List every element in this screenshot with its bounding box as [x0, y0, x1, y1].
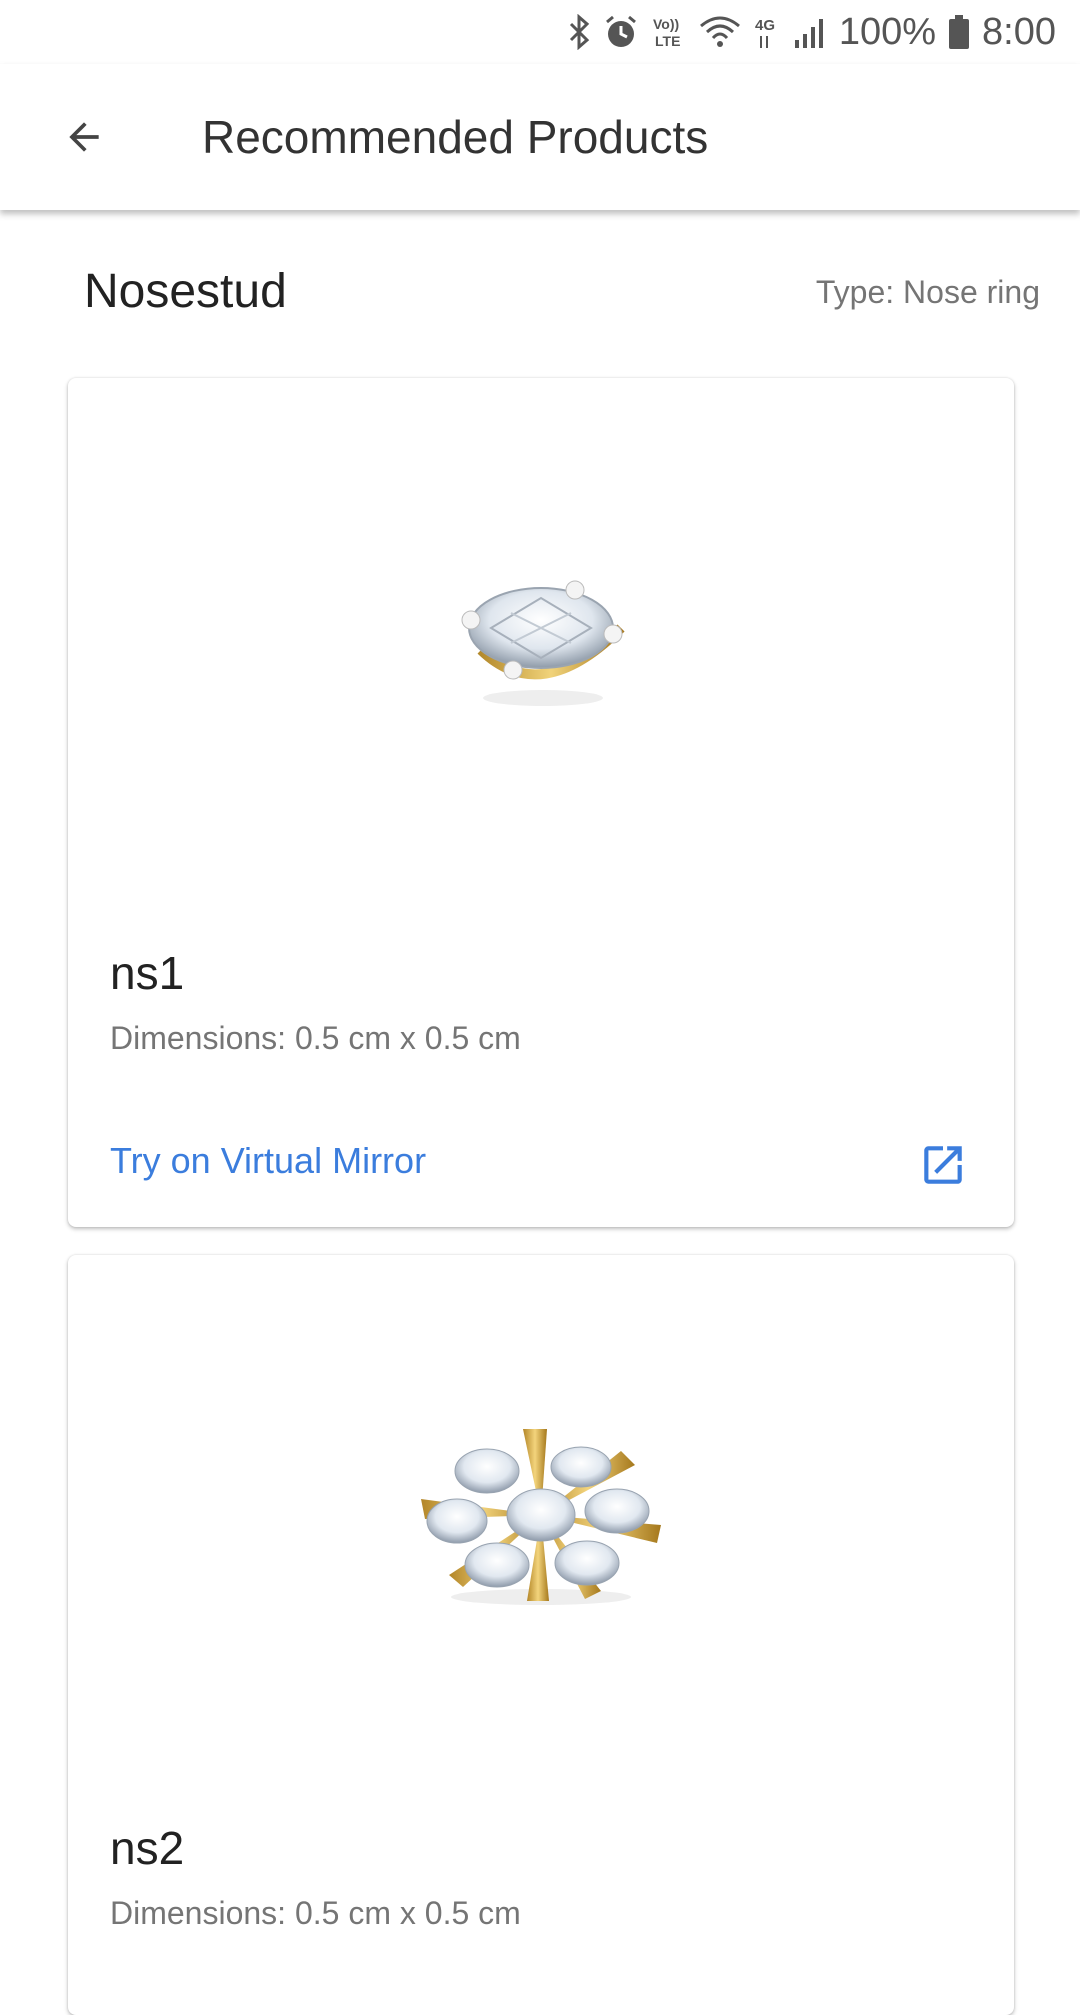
bluetooth-icon [567, 12, 591, 52]
wifi-icon [699, 12, 741, 52]
diamond-flower-stud-image [421, 1429, 661, 1605]
product-name: ns2 [110, 1822, 185, 1874]
battery-percent: 100% [838, 10, 937, 53]
product-name: ns1 [110, 947, 185, 999]
svg-text:LTE: LTE [655, 33, 680, 49]
category-title: Nosestud [84, 265, 287, 318]
volte-icon: Vo)) LTE [651, 12, 687, 52]
signal-icon [793, 12, 827, 52]
svg-text:Vo)): Vo)) [653, 16, 679, 32]
type-label: Type: Nose ring [815, 274, 1040, 310]
arrow-back-icon [69, 122, 99, 152]
back-button[interactable] [40, 93, 128, 181]
diamond-solitaire-stud-image [461, 580, 625, 706]
4g-icon: 4G [753, 12, 781, 52]
product-card[interactable]: ns2 Dimensions: 0.5 cm x 0.5 cm [68, 1255, 1014, 2015]
section-header: Nosestud Type: Nose ring [0, 250, 1080, 330]
clock: 8:00 [982, 10, 1056, 53]
product-dimensions: Dimensions: 0.5 cm x 0.5 cm [110, 1020, 521, 1056]
product-image [68, 378, 1014, 898]
alarm-icon [603, 12, 639, 52]
try-virtual-mirror-link[interactable]: Try on Virtual Mirror [110, 1140, 426, 1182]
open-in-new-icon[interactable] [918, 1140, 968, 1190]
status-bar: Vo)) LTE 4G 100% 8:00 [0, 0, 1080, 64]
product-dimensions: Dimensions: 0.5 cm x 0.5 cm [110, 1895, 521, 1931]
battery-icon [948, 12, 970, 52]
product-card[interactable]: ns1 Dimensions: 0.5 cm x 0.5 cm Try on V… [68, 378, 1014, 1227]
product-image [68, 1255, 1014, 1775]
page-title: Recommended Products [202, 111, 709, 163]
app-bar: Recommended Products [0, 64, 1080, 210]
svg-text:4G: 4G [755, 17, 775, 34]
